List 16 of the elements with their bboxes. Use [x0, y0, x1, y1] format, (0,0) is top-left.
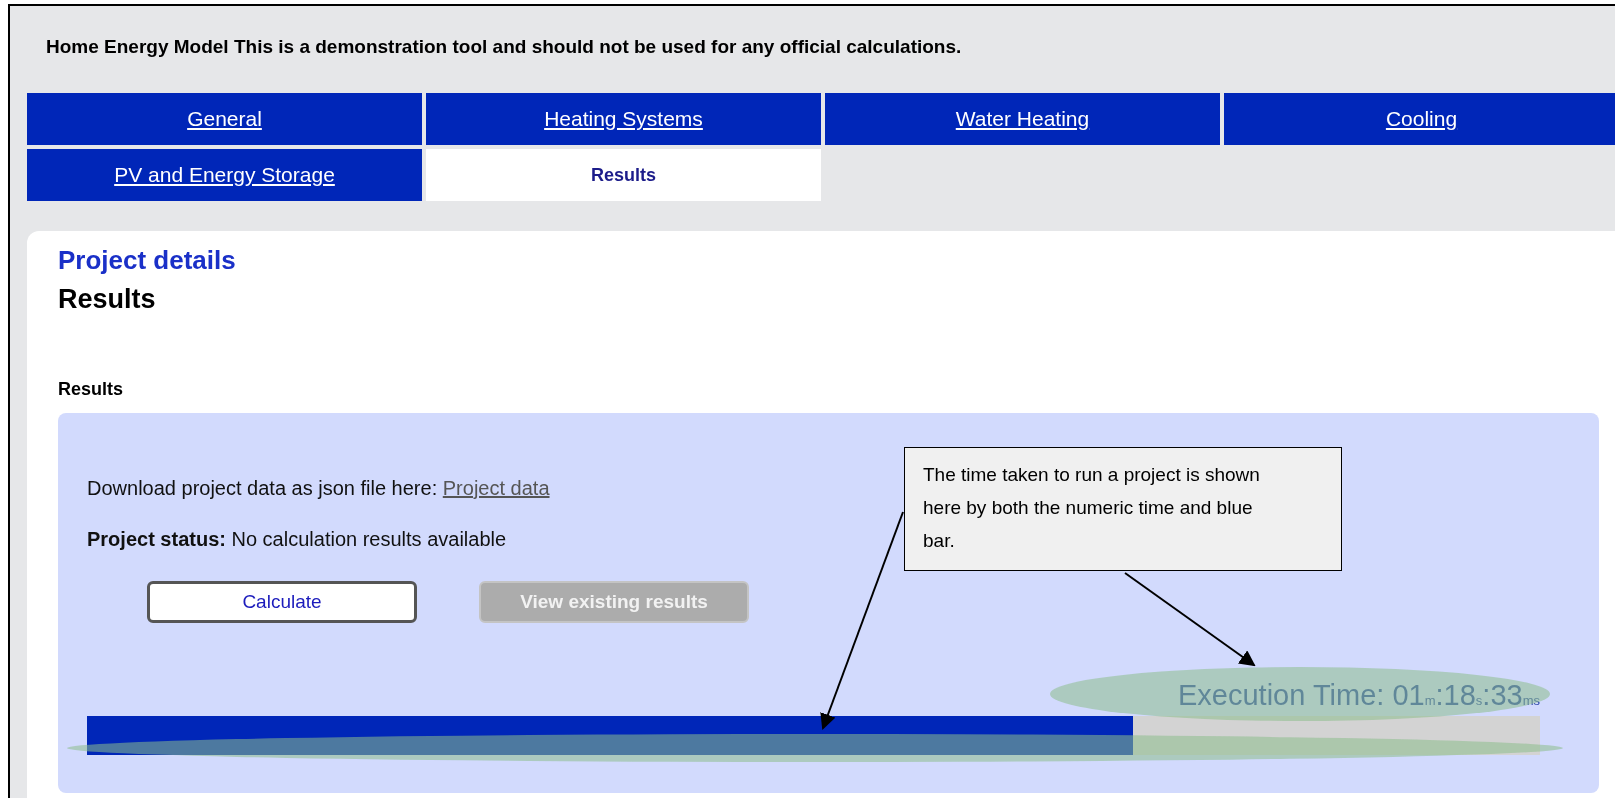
project-data-link[interactable]: Project data [442, 477, 550, 499]
nav-tab[interactable]: Results [426, 149, 821, 201]
page-title: Results [58, 284, 157, 315]
annotation-callout: The time taken to run a project is shown here by both the numeric time and blue bar. [904, 447, 1342, 571]
nav-tab[interactable]: Cooling [1224, 93, 1615, 145]
status-label: Project status: [87, 528, 226, 550]
nav-tab[interactable]: Water Heating [825, 93, 1220, 145]
nav-tab[interactable]: Heating Systems [426, 93, 821, 145]
calculate-button[interactable]: Calculate [147, 581, 417, 623]
nav-tab[interactable]: General [27, 93, 422, 145]
header-notice: Home Energy Model This is a demonstration tool and should not be used for any official calculations. [45, 35, 963, 59]
download-text: Download project data as json file here: [87, 477, 439, 499]
nav-tab[interactable]: PV and Energy Storage [27, 149, 422, 201]
subsection-title: Results [58, 379, 125, 400]
status-value: No calculation results available [231, 528, 507, 550]
section-heading: Project details [58, 245, 237, 276]
